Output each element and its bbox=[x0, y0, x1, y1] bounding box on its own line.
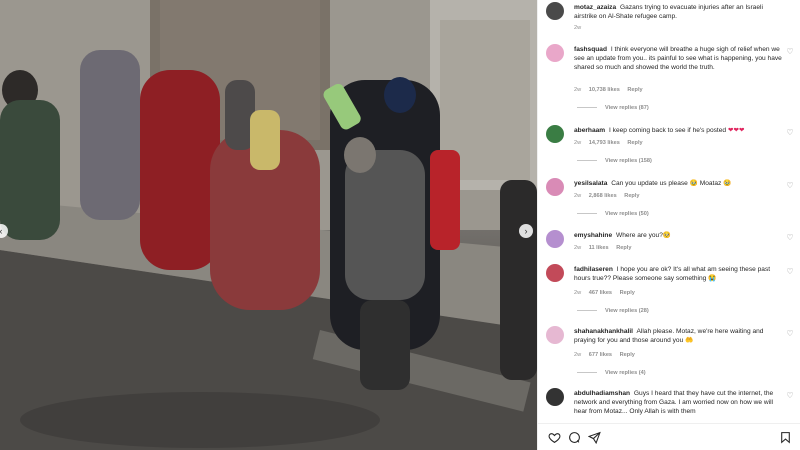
comment-meta: 2w 677 likes Reply bbox=[574, 352, 641, 358]
reply-button[interactable]: Reply bbox=[616, 245, 631, 251]
heart-icon[interactable]: ♡ bbox=[786, 330, 794, 338]
comments-scroll-area[interactable]: motaz_azaiza Gazans trying to evacuate i… bbox=[538, 0, 800, 422]
comment-time: 2w bbox=[574, 140, 582, 146]
comment-meta: 2w 2,868 likes Reply bbox=[574, 193, 646, 199]
comment-username[interactable]: emyshahine bbox=[574, 232, 612, 239]
author-username[interactable]: motaz_azaiza bbox=[574, 4, 616, 11]
view-replies-button[interactable]: View replies (158) bbox=[577, 158, 652, 164]
avatar[interactable] bbox=[546, 44, 564, 62]
next-image-button[interactable]: › bbox=[519, 224, 533, 238]
view-replies-button[interactable]: View replies (28) bbox=[577, 308, 649, 314]
comment-text: yesilsalata Can you update us please 🥹 M… bbox=[574, 179, 784, 188]
view-replies-button[interactable]: View replies (87) bbox=[577, 105, 649, 111]
comment-likes[interactable]: 467 likes bbox=[589, 290, 612, 296]
comment-username[interactable]: fadhilaseren bbox=[574, 266, 613, 273]
comment-meta: 2w 11 likes Reply bbox=[574, 245, 637, 251]
timestamp: 2w bbox=[574, 25, 582, 31]
comment-body: Where are you?🥺 bbox=[615, 232, 672, 239]
avatar[interactable] bbox=[546, 125, 564, 143]
reply-button[interactable]: Reply bbox=[627, 140, 642, 146]
view-replies-label: View replies (158) bbox=[605, 158, 652, 164]
comment-username[interactable]: aberhaam bbox=[574, 127, 605, 134]
comment-body: I keep coming back to see if he's posted bbox=[609, 127, 727, 134]
comment-time: 2w bbox=[574, 352, 582, 358]
heart-icon[interactable] bbox=[548, 431, 561, 444]
post-action-bar bbox=[538, 423, 800, 450]
comment-likes[interactable]: 14,793 likes bbox=[589, 140, 620, 146]
reply-button[interactable]: Reply bbox=[620, 352, 635, 358]
comment-likes[interactable]: 2,868 likes bbox=[589, 193, 617, 199]
heart-icon[interactable]: ♡ bbox=[786, 129, 794, 137]
share-icon[interactable] bbox=[588, 431, 601, 444]
reply-button[interactable]: Reply bbox=[620, 290, 635, 296]
view-replies-label: View replies (87) bbox=[605, 105, 649, 111]
comment-meta: 2w 10,738 likes Reply bbox=[574, 87, 649, 93]
bookmark-icon[interactable] bbox=[779, 431, 792, 444]
avatar[interactable] bbox=[546, 326, 564, 344]
view-replies-button[interactable]: View replies (4) bbox=[577, 370, 646, 376]
comments-panel: motaz_azaiza Gazans trying to evacuate i… bbox=[537, 0, 800, 450]
comment-time: 2w bbox=[574, 87, 582, 93]
view-replies-label: View replies (4) bbox=[605, 370, 646, 376]
comment-body: Can you update us please 🥹 Moataz 🥹 bbox=[611, 180, 732, 187]
comment-time: 2w bbox=[574, 290, 582, 296]
comment-icon[interactable] bbox=[568, 431, 581, 444]
reply-button[interactable]: Reply bbox=[624, 193, 639, 199]
caption-text: motaz_azaiza Gazans trying to evacuate i… bbox=[574, 3, 784, 21]
comment-meta: 2w 467 likes Reply bbox=[574, 290, 641, 296]
view-replies-label: View replies (28) bbox=[605, 308, 649, 314]
comment-meta: 2w 14,793 likes Reply bbox=[574, 140, 649, 146]
avatar[interactable] bbox=[546, 388, 564, 406]
post-photo: ‹ › bbox=[0, 0, 537, 450]
comment-username[interactable]: abdulhadiamshan bbox=[574, 390, 630, 397]
photo-scene bbox=[0, 0, 537, 450]
caption-time: 2w bbox=[574, 25, 587, 31]
avatar[interactable] bbox=[546, 230, 564, 248]
heart-icon[interactable]: ♡ bbox=[786, 234, 794, 242]
heart-icon[interactable]: ♡ bbox=[786, 48, 794, 56]
hearts-emoji: ❤❤❤ bbox=[727, 127, 745, 134]
heart-icon[interactable]: ♡ bbox=[786, 392, 794, 400]
view-replies-label: View replies (50) bbox=[605, 211, 649, 217]
comment-username[interactable]: yesilsalata bbox=[574, 180, 607, 187]
avatar[interactable] bbox=[546, 178, 564, 196]
reply-button[interactable]: Reply bbox=[627, 87, 642, 93]
comment-text: fashsquad I think everyone will breathe … bbox=[574, 45, 784, 72]
avatar[interactable] bbox=[546, 2, 564, 20]
comment-time: 2w bbox=[574, 245, 582, 251]
avatar[interactable] bbox=[546, 264, 564, 282]
comment-text: emyshahine Where are you?🥺 bbox=[574, 231, 784, 240]
comment-text: fadhilaseren I hope you are ok? It's all… bbox=[574, 265, 784, 283]
comment-time: 2w bbox=[574, 193, 582, 199]
comment-text: shahanakhankhalil Allah please. Motaz, w… bbox=[574, 327, 784, 345]
comment-text: aberhaam I keep coming back to see if he… bbox=[574, 126, 784, 135]
comment-likes[interactable]: 677 likes bbox=[589, 352, 612, 358]
heart-icon[interactable]: ♡ bbox=[786, 182, 794, 190]
comment-likes[interactable]: 11 likes bbox=[589, 245, 609, 251]
comment-likes[interactable]: 10,738 likes bbox=[589, 87, 620, 93]
comment-text: abdulhadiamshan Guys I heard that they h… bbox=[574, 389, 784, 416]
heart-icon[interactable]: ♡ bbox=[786, 268, 794, 276]
comment-username[interactable]: shahanakhankhalil bbox=[574, 328, 633, 335]
view-replies-button[interactable]: View replies (50) bbox=[577, 211, 649, 217]
comment-username[interactable]: fashsquad bbox=[574, 46, 607, 53]
